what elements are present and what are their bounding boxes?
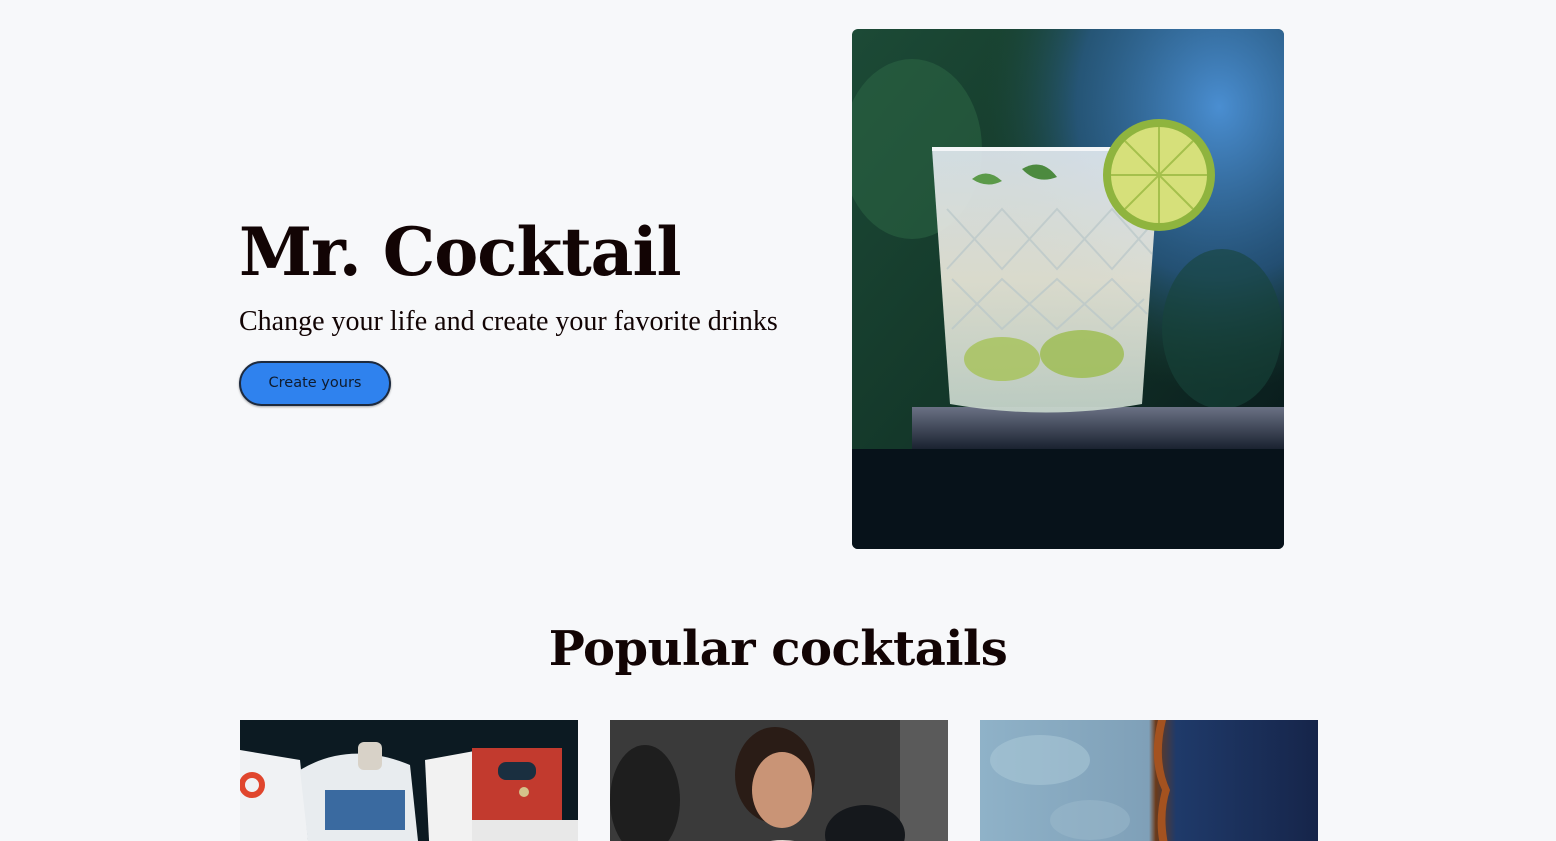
boxing-image [610, 720, 948, 841]
hero-cocktail-image [852, 29, 1284, 549]
hero-title: Mr. Cocktail [239, 213, 682, 291]
texture-image [980, 720, 1318, 841]
cocktail-cards [240, 720, 1318, 841]
popular-title: Popular cocktails [548, 621, 1008, 677]
cocktail-card-boxing[interactable] [610, 720, 948, 841]
hero-text: Mr. Cocktail Change your life and create… [239, 212, 839, 406]
cocktail-card-boats[interactable] [240, 720, 578, 841]
create-yours-button[interactable]: Create yours [239, 361, 391, 406]
hero-subtitle: Change your life and create your favorit… [239, 306, 778, 337]
boats-image [240, 720, 578, 841]
cocktail-card-texture[interactable] [980, 720, 1318, 841]
